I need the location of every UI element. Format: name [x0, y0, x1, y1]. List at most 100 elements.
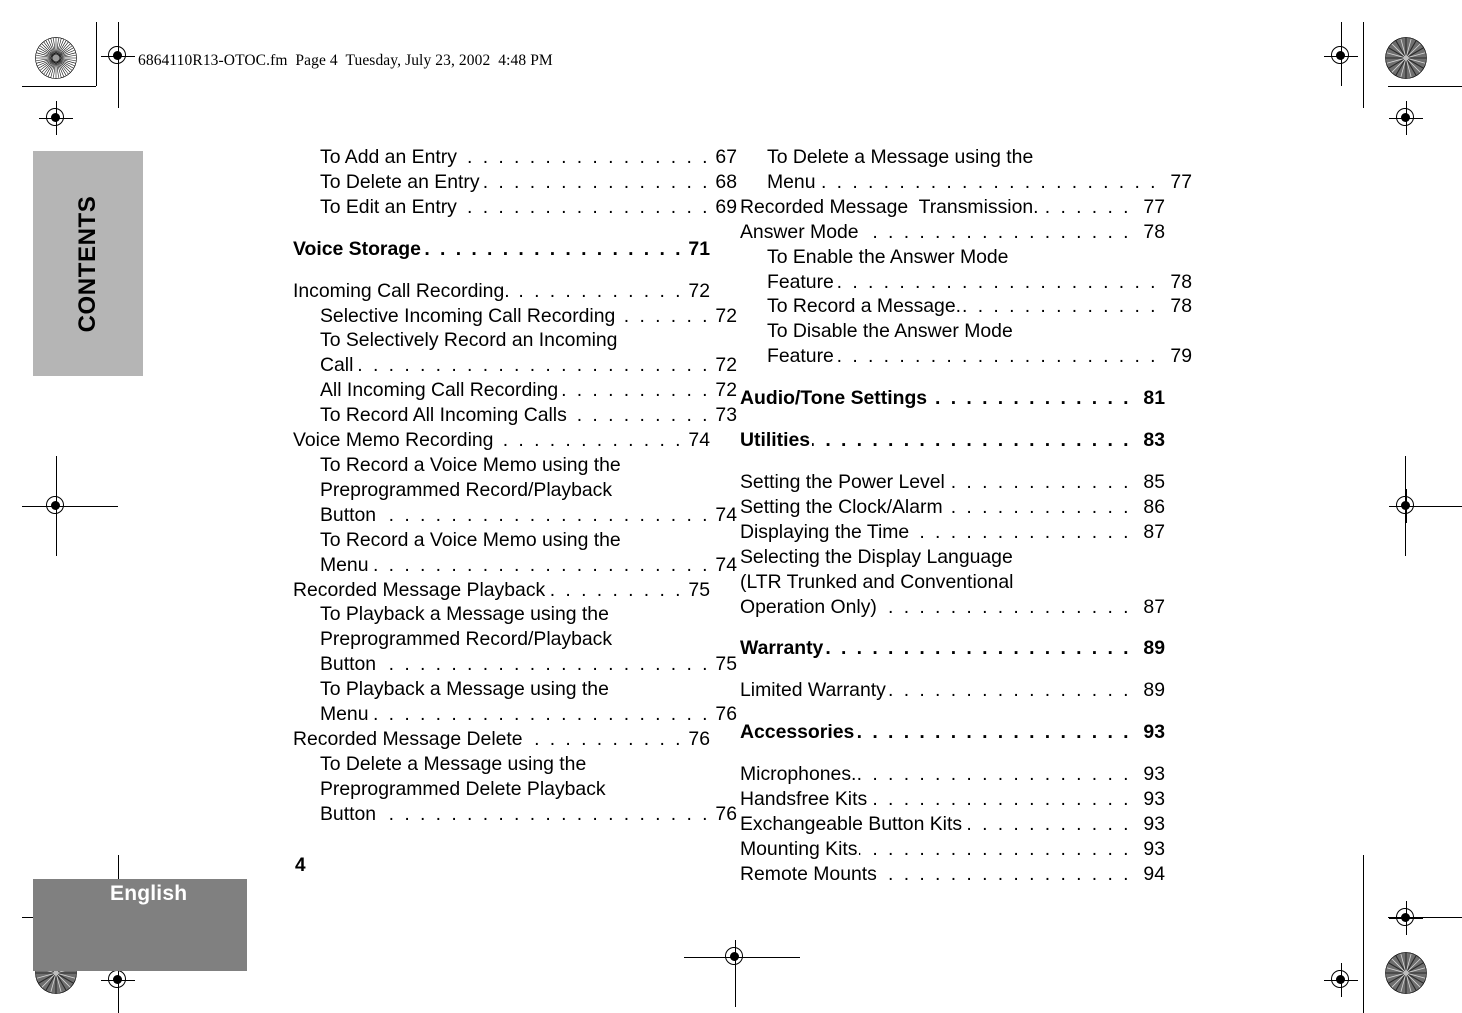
toc-entry[interactable]: Menu. . . . . . . . . . . . . . . . . . …	[293, 553, 737, 578]
toc-entry[interactable]: Preprogrammed Delete Playback. . . . . .…	[293, 777, 737, 802]
toc-entry[interactable]: To Record a Voice Memo using the. . . . …	[293, 528, 737, 553]
toc-page-number: 74	[688, 429, 710, 452]
toc-page-number: 72	[688, 279, 710, 302]
toc-entry[interactable]: Recorded Message Playback. . . . . . . .…	[293, 578, 710, 603]
toc-entry[interactable]: To Playback a Message using the. . . . .…	[293, 677, 737, 702]
toc-entry[interactable]: Button. . . . . . . . . . . . . . . . . …	[293, 503, 737, 528]
toc-leader-dots: . . . . . . . . . . . . . . . . . . . . …	[812, 429, 1131, 452]
toc-entry[interactable]: Voice Memo Recording. . . . . . . . . . …	[293, 428, 710, 453]
registration-target-icon	[1324, 39, 1358, 73]
toc-entry[interactable]: Microphones.. . . . . . . . . . . . . . …	[740, 762, 1165, 787]
toc-entry[interactable]: To Selectively Record an Incoming. . . .…	[293, 328, 737, 353]
toc-leader-dots: . . . . . . . . . . . . . . . . . . . . …	[911, 520, 1131, 543]
toc-entry-title: Warranty	[740, 637, 824, 660]
toc-entry[interactable]: To Record a Message.. . . . . . . . . . …	[740, 294, 1192, 319]
toc-entry-title: Button	[320, 802, 377, 825]
toc-page-number: 72	[715, 354, 737, 377]
toc-entry[interactable]: Button. . . . . . . . . . . . . . . . . …	[293, 652, 737, 677]
toc-entry[interactable]: Call. . . . . . . . . . . . . . . . . . …	[293, 353, 737, 378]
toc-entry[interactable]: To Record a Voice Memo using the. . . . …	[293, 453, 737, 478]
toc-heading[interactable]: Utilities. . . . . . . . . . . . . . . .…	[740, 428, 1165, 453]
toc-entry-title: To Disable the Answer Mode	[767, 320, 1013, 343]
toc-page-number: 85	[1143, 470, 1165, 493]
toc-leader-dots: . . . . . . . . . . . . . . . . . . . . …	[945, 495, 1131, 518]
toc-page-number: 78	[1170, 295, 1192, 318]
toc-entry[interactable]: To Playback a Message using the. . . . .…	[293, 602, 737, 627]
toc-entry-title: Remote Mounts	[740, 862, 877, 885]
toc-heading[interactable]: Warranty. . . . . . . . . . . . . . . . …	[740, 636, 1165, 661]
toc-page-number: 93	[1143, 812, 1165, 835]
toc-page-number: 72	[715, 304, 737, 327]
toc-page-number: 79	[1170, 345, 1192, 368]
toc-leader-dots: . . . . . . . . . . . . . . . . . . . . …	[547, 578, 683, 601]
toc-entry[interactable]: Operation Only). . . . . . . . . . . . .…	[740, 595, 1165, 620]
toc-entry[interactable]: To Delete a Message using the. . . . . .…	[740, 145, 1192, 170]
toc-entry[interactable]: Menu. . . . . . . . . . . . . . . . . . …	[293, 702, 737, 727]
toc-entry[interactable]: Setting the Clock/Alarm. . . . . . . . .…	[740, 495, 1165, 520]
toc-entry[interactable]: Feature. . . . . . . . . . . . . . . . .…	[740, 344, 1192, 369]
toc-entry[interactable]: To Disable the Answer Mode. . . . . . . …	[740, 319, 1192, 344]
toc-entry[interactable]: To Enable the Answer Mode. . . . . . . .…	[740, 245, 1192, 270]
toc-entry[interactable]: Answer Mode. . . . . . . . . . . . . . .…	[740, 220, 1165, 245]
toc-entry[interactable]: All Incoming Call Recording. . . . . . .…	[293, 378, 737, 403]
toc-entry[interactable]: Menu. . . . . . . . . . . . . . . . . . …	[740, 170, 1192, 195]
toc-entry[interactable]: To Delete a Message using the. . . . . .…	[293, 752, 737, 777]
toc-entry[interactable]: Exchangeable Button Kits. . . . . . . . …	[740, 812, 1165, 837]
toc-leader-dots: . . . . . . . . . . . . . . . . . . . . …	[617, 304, 710, 327]
toc-entry[interactable]: Incoming Call Recording.. . . . . . . . …	[293, 279, 710, 304]
toc-entry[interactable]: Preprogrammed Record/Playback. . . . . .…	[293, 627, 737, 652]
toc-leader-dots: . . . . . . . . . . . . . . . . . . . . …	[378, 653, 710, 676]
toc-entry-title: Menu	[767, 170, 816, 193]
toc-page-number: 93	[1143, 721, 1165, 744]
toc-entry[interactable]: (LTR Trunked and Conventional. . . . . .…	[740, 570, 1165, 595]
toc-leader-dots: . . . . . . . . . . . . . . . . . . . . …	[482, 170, 710, 193]
registration-target-icon	[1324, 963, 1358, 997]
registration-target-icon	[1389, 489, 1423, 523]
toc-column-right: To Delete a Message using the. . . . . .…	[740, 145, 1192, 887]
toc-heading[interactable]: Voice Storage. . . . . . . . . . . . . .…	[293, 237, 710, 262]
toc-entry[interactable]: Mounting Kits. . . . . . . . . . . . . .…	[740, 837, 1165, 862]
toc-entry[interactable]: To Add an Entry. . . . . . . . . . . . .…	[293, 145, 737, 170]
toc-entry-title: Answer Mode	[740, 220, 859, 243]
toc-entry[interactable]: Limited Warranty. . . . . . . . . . . . …	[740, 678, 1165, 703]
toc-page-number: 71	[688, 237, 710, 260]
toc-heading[interactable]: Accessories. . . . . . . . . . . . . . .…	[740, 720, 1165, 745]
toc-entry[interactable]: Remote Mounts. . . . . . . . . . . . . .…	[740, 862, 1165, 887]
toc-entry[interactable]: Button. . . . . . . . . . . . . . . . . …	[293, 802, 737, 827]
toc-entry-title: To Delete an Entry	[320, 170, 480, 193]
toc-leader-dots: . . . . . . . . . . . . . . . . . . . . …	[378, 503, 710, 526]
toc-entry[interactable]: Setting the Power Level. . . . . . . . .…	[740, 470, 1165, 495]
toc-entry-title: Menu	[320, 553, 369, 576]
toc-entry[interactable]: To Record All Incoming Calls. . . . . . …	[293, 403, 737, 428]
toc-entry-title: Operation Only)	[740, 595, 877, 618]
toc-entry-title: Button	[320, 653, 377, 676]
toc-entry-title: Mounting Kits	[740, 837, 858, 860]
toc-entry[interactable]: Recorded Message Transmission.. . . . . …	[740, 195, 1165, 220]
toc-column-left: To Add an Entry. . . . . . . . . . . . .…	[293, 145, 737, 827]
toc-entry[interactable]: Feature. . . . . . . . . . . . . . . . .…	[740, 270, 1192, 295]
toc-entry-title: Accessories	[740, 721, 855, 744]
toc-entry[interactable]: Selecting the Display Language. . . . . …	[740, 545, 1165, 570]
toc-page-number: 77	[1170, 170, 1192, 193]
toc-leader-dots: . . . . . . . . . . . . . . . . . . . . …	[963, 295, 1158, 318]
toc-leader-dots: . . . . . . . . . . . . . . . . . . . . …	[836, 270, 1158, 293]
registration-target-icon	[39, 489, 73, 523]
toc-entry[interactable]: To Delete an Entry. . . . . . . . . . . …	[293, 170, 737, 195]
registration-target-icon	[718, 940, 752, 974]
toc-leader-dots: . . . . . . . . . . . . . . . . . . . . …	[879, 862, 1131, 885]
contents-side-tab-label: CONTENTS	[74, 195, 101, 332]
toc-entry-title: Selective Incoming Call Recording	[320, 304, 616, 327]
toc-entry-title: Voice Storage	[293, 237, 421, 260]
toc-entry[interactable]: Preprogrammed Record/Playback. . . . . .…	[293, 478, 737, 503]
toc-entry-title: Audio/Tone Settings	[740, 387, 928, 410]
toc-entry[interactable]: Displaying the Time. . . . . . . . . . .…	[740, 520, 1165, 545]
toc-entry[interactable]: Selective Incoming Call Recording. . . .…	[293, 304, 737, 329]
toc-leader-dots: . . . . . . . . . . . . . . . . . . . . …	[869, 788, 1131, 811]
toc-entry[interactable]: To Edit an Entry. . . . . . . . . . . . …	[293, 195, 737, 220]
toc-entry[interactable]: Recorded Message Delete. . . . . . . . .…	[293, 727, 710, 752]
toc-entry-title: To Record All Incoming Calls	[320, 404, 567, 427]
toc-entry[interactable]: Handsfree Kits. . . . . . . . . . . . . …	[740, 787, 1165, 812]
toc-entry-title: (LTR Trunked and Conventional	[740, 570, 1014, 593]
toc-heading[interactable]: Audio/Tone Settings. . . . . . . . . . .…	[740, 386, 1165, 411]
toc-entry-title: To Playback a Message using the	[320, 678, 609, 701]
